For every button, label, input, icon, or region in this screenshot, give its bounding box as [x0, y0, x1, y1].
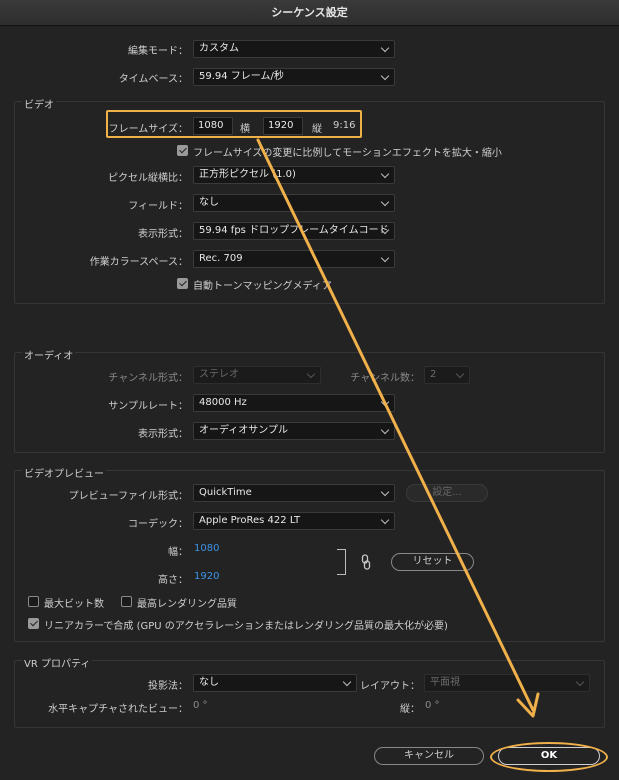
linear-color-checkbox[interactable]	[28, 618, 39, 629]
max-render-quality-label: 最高レンダリング品質	[137, 599, 237, 610]
frame-size-highlight	[106, 110, 362, 138]
preview-settings-button[interactable]: 設定...	[406, 484, 488, 502]
layout-value: 平面視	[430, 677, 460, 688]
pixel-aspect-select[interactable]: 正方形ピクセル (1.0)	[193, 166, 395, 184]
chevron-down-icon	[380, 69, 390, 85]
codec-value: Apple ProRes 422 LT	[199, 515, 301, 526]
color-space-select[interactable]: Rec. 709	[193, 250, 395, 268]
preview-height-value[interactable]: 1920	[194, 571, 219, 582]
fields-select[interactable]: なし	[193, 194, 395, 212]
audio-display-format-value: オーディオサンプル	[199, 425, 288, 436]
cancel-button[interactable]: キャンセル	[374, 747, 484, 765]
h-capture-value: 0 °	[193, 700, 208, 711]
color-space-value: Rec. 709	[199, 253, 243, 264]
max-bit-depth-checkbox[interactable]	[28, 596, 39, 607]
chevron-down-icon	[380, 395, 390, 411]
audio-section-title: オーディオ	[22, 347, 76, 362]
codec-label: コーデック：	[128, 519, 188, 530]
link-bracket	[337, 549, 346, 575]
reset-button[interactable]: リセット	[391, 553, 474, 571]
edit-mode-select[interactable]: カスタム	[193, 40, 395, 58]
video-section-title: ビデオ	[22, 96, 56, 111]
channel-count-label: チャンネル数：	[350, 373, 420, 384]
video-display-format-label: 表示形式：	[138, 229, 188, 240]
timebase-value: 59.94 フレーム/秒	[199, 71, 284, 82]
preview-width-label: 幅：	[168, 547, 188, 558]
v-capture-label: 縦：	[400, 704, 420, 715]
timebase-label: タイムベース：	[118, 74, 188, 85]
channel-format-label: チャンネル形式：	[108, 373, 188, 384]
video-display-format-value: 59.94 fps ドロップフレームタイムコード	[199, 225, 389, 236]
link-chain-icon[interactable]	[361, 554, 371, 570]
scale-motion-label: フレームサイズの変更に比例してモーションエフェクトを拡大・縮小	[193, 148, 502, 159]
pixel-aspect-label: ピクセル縦横比：	[108, 173, 188, 184]
max-bit-depth-label: 最大ビット数	[44, 599, 104, 610]
preview-file-format-label: プレビューファイル形式：	[68, 491, 188, 502]
edit-mode-label: 編集モード：	[128, 46, 188, 57]
projection-value: なし	[199, 677, 219, 688]
tone-mapping-label: 自動トーンマッピングメディア	[193, 281, 332, 292]
projection-select[interactable]: なし	[193, 674, 357, 692]
scale-motion-checkbox[interactable]	[177, 145, 188, 156]
chevron-down-icon	[380, 41, 390, 57]
chevron-down-icon	[380, 513, 390, 529]
chevron-down-icon	[380, 423, 390, 439]
preview-file-format-select[interactable]: QuickTime	[193, 484, 395, 502]
window-title: シーケンス設定	[0, 0, 619, 26]
channel-format-select[interactable]: ステレオ	[193, 366, 321, 384]
vr-section-title: VR プロパティ	[22, 655, 93, 670]
chevron-down-icon	[380, 195, 390, 211]
video-display-format-select[interactable]: 59.94 fps ドロップフレームタイムコード	[193, 222, 395, 240]
v-capture-value: 0 °	[425, 700, 440, 711]
layout-select[interactable]: 平面視	[424, 674, 590, 692]
sample-rate-label: サンプルレート：	[108, 401, 188, 412]
chevron-down-icon	[380, 223, 390, 239]
fields-label: フィールド：	[128, 201, 188, 212]
codec-select[interactable]: Apple ProRes 422 LT	[193, 512, 395, 530]
channel-format-value: ステレオ	[199, 369, 239, 380]
preview-file-format-value: QuickTime	[199, 487, 252, 498]
video-preview-section-title: ビデオプレビュー	[22, 465, 106, 480]
pixel-aspect-value: 正方形ピクセル (1.0)	[199, 169, 296, 180]
preview-width-value[interactable]: 1080	[194, 543, 219, 554]
chevron-down-icon	[306, 367, 316, 383]
layout-label: レイアウト：	[360, 681, 420, 692]
audio-display-format-select[interactable]: オーディオサンプル	[193, 422, 395, 440]
sample-rate-select[interactable]: 48000 Hz	[193, 394, 395, 412]
fields-value: なし	[199, 197, 219, 208]
linear-color-label: リニアカラーで合成 (GPU のアクセラレーションまたはレンダリング品質の最大化…	[44, 621, 448, 632]
chevron-down-icon	[380, 485, 390, 501]
channel-count-value: 2	[430, 369, 437, 380]
channel-count-select[interactable]: 2	[424, 366, 470, 384]
h-capture-label: 水平キャプチャされたビュー：	[48, 704, 188, 715]
projection-label: 投影法：	[148, 681, 188, 692]
edit-mode-value: カスタム	[199, 43, 239, 54]
tone-mapping-checkbox[interactable]	[177, 278, 188, 289]
chevron-down-icon	[380, 251, 390, 267]
chevron-down-icon	[575, 675, 585, 691]
timebase-select[interactable]: 59.94 フレーム/秒	[193, 68, 395, 86]
color-space-label: 作業カラースペース：	[89, 257, 188, 268]
preview-height-label: 高さ：	[158, 575, 188, 586]
chevron-down-icon	[455, 367, 465, 383]
vr-section	[14, 660, 605, 728]
sample-rate-value: 48000 Hz	[199, 397, 247, 408]
chevron-down-icon	[380, 167, 390, 183]
audio-display-format-label: 表示形式：	[138, 429, 188, 440]
max-render-quality-checkbox[interactable]	[121, 596, 132, 607]
ok-button-highlight	[490, 742, 608, 772]
